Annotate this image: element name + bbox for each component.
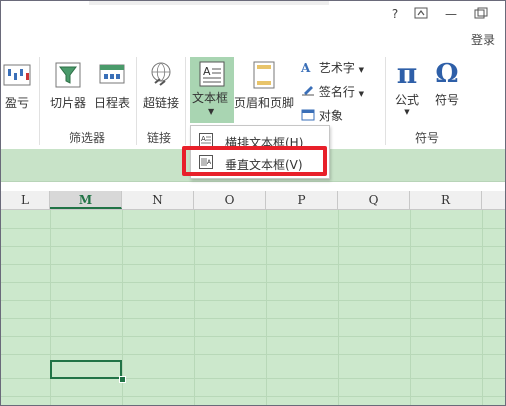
signature-line-label: 签名行	[318, 85, 355, 99]
excel-window: ? — 登录 盈亏 切片器 日程表 超链接 A 文本框 ▼ 页眉和页脚 A 艺术…	[0, 0, 506, 406]
gridline	[266, 210, 267, 405]
restore-icon	[474, 7, 488, 19]
textbox-button[interactable]: A 文本框 ▼	[190, 57, 234, 123]
signature-line-button[interactable]: 签名行 ▼	[301, 83, 364, 100]
gridline	[1, 282, 505, 283]
textbox-icon: A	[199, 61, 225, 87]
gridline	[1, 246, 505, 247]
object-icon	[301, 109, 315, 121]
gridline	[1, 354, 505, 355]
selected-cell[interactable]	[50, 360, 122, 379]
signature-icon	[302, 86, 314, 96]
equation-label: 公式	[394, 93, 419, 107]
timeline-label: 日程表	[93, 96, 130, 110]
dropdown-arrow-icon: ▼	[208, 107, 215, 116]
object-button[interactable]: 对象	[301, 107, 343, 124]
omega-icon: Ω	[435, 59, 459, 89]
chevron-down-icon: ▼	[404, 108, 410, 116]
timeline-icon	[99, 64, 125, 84]
gridline	[482, 210, 483, 405]
separator	[185, 57, 186, 145]
wordart-icon: A	[301, 61, 311, 75]
column-header[interactable]: P	[266, 191, 338, 209]
annotation-highlight	[182, 146, 327, 176]
group-label-symbol: 符号	[415, 131, 440, 145]
sparkline-icon	[3, 64, 31, 86]
equation-button[interactable]: π 公式 ▼	[391, 57, 423, 117]
profit-loss-button[interactable]: 盈亏	[1, 61, 33, 111]
gridline	[1, 396, 505, 397]
column-header[interactable]: L	[1, 191, 50, 209]
pi-icon: π	[396, 57, 418, 90]
title-strip	[89, 1, 329, 5]
hyperlink-icon	[151, 62, 171, 86]
login-link[interactable]: 登录	[471, 31, 495, 48]
symbol-button[interactable]: Ω 符号	[429, 59, 465, 108]
gridline	[338, 210, 339, 405]
header-footer-icon	[253, 61, 275, 89]
hyperlink-button[interactable]: 超链接	[141, 61, 181, 111]
chevron-down-icon: ▼	[358, 66, 365, 74]
column-header-row: L M N O P Q R	[1, 191, 505, 210]
hyperlink-label: 超链接	[142, 96, 179, 110]
object-label: 对象	[318, 109, 343, 123]
header-footer-label: 页眉和页脚	[234, 96, 295, 110]
restore-button[interactable]	[473, 7, 489, 21]
svg-text:A: A	[201, 135, 206, 143]
gridline	[1, 264, 505, 265]
svg-text:A: A	[203, 65, 211, 78]
slicer-button[interactable]: 切片器	[47, 61, 89, 111]
symbol-label: 符号	[434, 93, 459, 107]
ribbon-display-button[interactable]	[413, 7, 429, 21]
column-header[interactable]: O	[194, 191, 266, 209]
profit-loss-label: 盈亏	[4, 96, 29, 110]
wordart-button[interactable]: A 艺术字 ▼	[301, 59, 364, 76]
column-header[interactable]: Q	[338, 191, 410, 209]
column-header[interactable]: N	[122, 191, 194, 209]
group-label-filter: 筛选器	[69, 131, 106, 145]
minimize-button[interactable]: —	[443, 7, 459, 21]
gridline	[410, 210, 411, 405]
help-button[interactable]: ?	[387, 7, 403, 21]
column-header-selected[interactable]: M	[50, 191, 122, 209]
column-header[interactable]: R	[410, 191, 482, 209]
wordart-label: 艺术字	[318, 61, 355, 75]
slicer-icon	[55, 62, 81, 88]
title-bar: ? —	[1, 1, 505, 29]
slicer-label: 切片器	[49, 96, 86, 110]
gridline	[194, 210, 195, 405]
textbox-label: 文本框	[192, 91, 229, 105]
separator	[385, 57, 386, 145]
separator	[39, 57, 40, 145]
separator	[136, 57, 137, 145]
horizontal-textbox-icon: A	[199, 133, 213, 147]
sheet-grid[interactable]	[1, 210, 505, 405]
ribbon-display-icon	[414, 7, 428, 19]
header-footer-button[interactable]: 页眉和页脚	[234, 61, 294, 111]
fill-handle[interactable]	[119, 376, 126, 383]
gridline	[1, 336, 505, 337]
group-label-link: 链接	[147, 131, 172, 145]
gridline	[1, 300, 505, 301]
gridline	[1, 318, 505, 319]
chevron-down-icon: ▼	[358, 90, 365, 98]
gridline	[1, 228, 505, 229]
timeline-button[interactable]: 日程表	[91, 61, 133, 111]
